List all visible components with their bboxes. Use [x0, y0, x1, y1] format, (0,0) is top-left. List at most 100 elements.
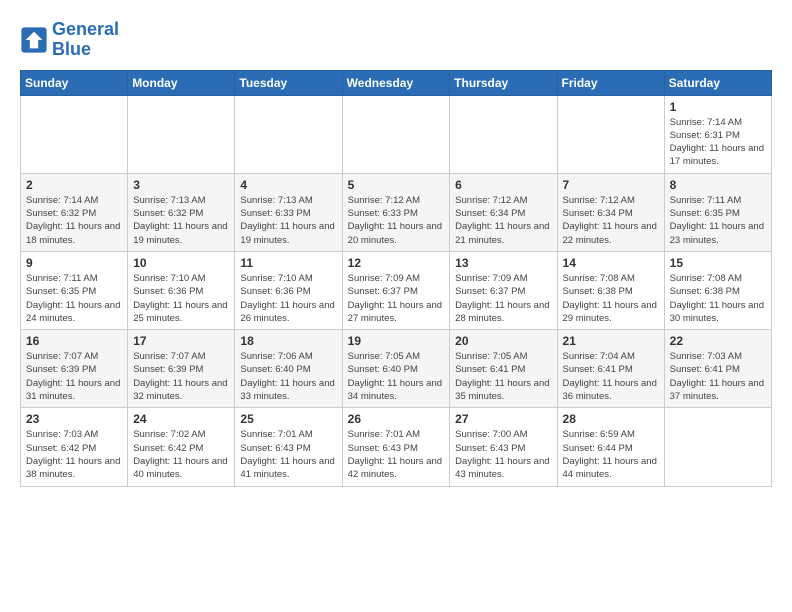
calendar-cell: 23 Sunrise: 7:03 AM Sunset: 6:42 PM Dayli…: [21, 408, 128, 486]
calendar-cell: 17Sunrise: 7:07 AM Sunset: 6:39 PM Dayli…: [128, 330, 235, 408]
day-info: Sunrise: 7:09 AM Sunset: 6:37 PM Dayligh…: [348, 272, 445, 325]
day-info: Sunrise: 7:12 AM Sunset: 6:34 PM Dayligh…: [563, 194, 659, 247]
logo-text: General Blue: [52, 20, 119, 60]
day-info: Sunrise: 7:06 AM Sunset: 6:40 PM Dayligh…: [240, 350, 336, 403]
weekday-header: Monday: [128, 70, 235, 95]
day-info: Sunrise: 7:01 AM Sunset: 6:43 PM Dayligh…: [240, 428, 336, 481]
day-number: 9: [26, 256, 122, 270]
calendar-week-row: 23 Sunrise: 7:03 AM Sunset: 6:42 PM Dayli…: [21, 408, 772, 486]
day-info: Sunrise: 6:59 AM Sunset: 6:44 PM Dayligh…: [563, 428, 659, 481]
day-info: Sunrise: 7:13 AM Sunset: 6:32 PM Dayligh…: [133, 194, 229, 247]
calendar-cell: [664, 408, 771, 486]
calendar-cell: 15 Sunrise: 7:08 AM Sunset: 6:38 PM Dayli…: [664, 251, 771, 329]
day-number: 6: [455, 178, 551, 192]
calendar-cell: 25 Sunrise: 7:01 AM Sunset: 6:43 PM Dayli…: [235, 408, 342, 486]
calendar: SundayMondayTuesdayWednesdayThursdayFrid…: [20, 70, 772, 487]
day-number: 5: [348, 178, 445, 192]
logo: General Blue: [20, 20, 119, 60]
calendar-week-row: 16 Sunrise: 7:07 AM Sunset: 6:39 PM Dayli…: [21, 330, 772, 408]
calendar-cell: 28 Sunrise: 6:59 AM Sunset: 6:44 PM Dayli…: [557, 408, 664, 486]
calendar-cell: 19 Sunrise: 7:05 AM Sunset: 6:40 PM Dayli…: [342, 330, 450, 408]
day-info: Sunrise: 7:03 AM Sunset: 6:42 PM Dayligh…: [26, 428, 122, 481]
day-number: 4: [240, 178, 336, 192]
calendar-cell: 12 Sunrise: 7:09 AM Sunset: 6:37 PM Dayli…: [342, 251, 450, 329]
day-info: Sunrise: 7:07 AM Sunset: 6:39 PM Dayligh…: [133, 350, 229, 403]
calendar-cell: [128, 95, 235, 173]
day-info: Sunrise: 7:05 AM Sunset: 6:40 PM Dayligh…: [348, 350, 445, 403]
calendar-cell: 8 Sunrise: 7:11 AM Sunset: 6:35 PM Daylig…: [664, 173, 771, 251]
calendar-cell: [21, 95, 128, 173]
day-info: Sunrise: 7:14 AM Sunset: 6:32 PM Dayligh…: [26, 194, 122, 247]
day-number: 12: [348, 256, 445, 270]
day-number: 24: [133, 412, 229, 426]
day-info: Sunrise: 7:05 AM Sunset: 6:41 PM Dayligh…: [455, 350, 551, 403]
weekday-header: Friday: [557, 70, 664, 95]
page-header: General Blue: [20, 20, 772, 60]
weekday-header: Tuesday: [235, 70, 342, 95]
calendar-cell: 9 Sunrise: 7:11 AM Sunset: 6:35 PM Daylig…: [21, 251, 128, 329]
day-number: 21: [563, 334, 659, 348]
calendar-cell: 27 Sunrise: 7:00 AM Sunset: 6:43 PM Dayli…: [450, 408, 557, 486]
day-info: Sunrise: 7:12 AM Sunset: 6:33 PM Dayligh…: [348, 194, 445, 247]
calendar-cell: 5 Sunrise: 7:12 AM Sunset: 6:33 PM Daylig…: [342, 173, 450, 251]
calendar-cell: 18 Sunrise: 7:06 AM Sunset: 6:40 PM Dayli…: [235, 330, 342, 408]
day-number: 14: [563, 256, 659, 270]
calendar-week-row: 2 Sunrise: 7:14 AM Sunset: 6:32 PM Daylig…: [21, 173, 772, 251]
day-number: 8: [670, 178, 766, 192]
day-info: Sunrise: 7:11 AM Sunset: 6:35 PM Dayligh…: [670, 194, 766, 247]
calendar-cell: [557, 95, 664, 173]
calendar-cell: 13 Sunrise: 7:09 AM Sunset: 6:37 PM Dayli…: [450, 251, 557, 329]
day-number: 15: [670, 256, 766, 270]
weekday-header-row: SundayMondayTuesdayWednesdayThursdayFrid…: [21, 70, 772, 95]
day-info: Sunrise: 7:02 AM Sunset: 6:42 PM Dayligh…: [133, 428, 229, 481]
day-number: 27: [455, 412, 551, 426]
day-info: Sunrise: 7:10 AM Sunset: 6:36 PM Dayligh…: [133, 272, 229, 325]
calendar-cell: 21 Sunrise: 7:04 AM Sunset: 6:41 PM Dayli…: [557, 330, 664, 408]
weekday-header: Wednesday: [342, 70, 450, 95]
calendar-cell: 1Sunrise: 7:14 AM Sunset: 6:31 PM Daylig…: [664, 95, 771, 173]
day-number: 22: [670, 334, 766, 348]
calendar-cell: [342, 95, 450, 173]
day-info: Sunrise: 7:08 AM Sunset: 6:38 PM Dayligh…: [670, 272, 766, 325]
calendar-cell: 26 Sunrise: 7:01 AM Sunset: 6:43 PM Dayli…: [342, 408, 450, 486]
calendar-cell: 20 Sunrise: 7:05 AM Sunset: 6:41 PM Dayli…: [450, 330, 557, 408]
day-number: 25: [240, 412, 336, 426]
day-number: 26: [348, 412, 445, 426]
day-number: 10: [133, 256, 229, 270]
day-number: 19: [348, 334, 445, 348]
day-info: Sunrise: 7:03 AM Sunset: 6:41 PM Dayligh…: [670, 350, 766, 403]
day-number: 1: [670, 100, 766, 114]
calendar-cell: 6 Sunrise: 7:12 AM Sunset: 6:34 PM Daylig…: [450, 173, 557, 251]
calendar-cell: 7 Sunrise: 7:12 AM Sunset: 6:34 PM Daylig…: [557, 173, 664, 251]
day-info: Sunrise: 7:09 AM Sunset: 6:37 PM Dayligh…: [455, 272, 551, 325]
day-info: Sunrise: 7:13 AM Sunset: 6:33 PM Dayligh…: [240, 194, 336, 247]
day-number: 11: [240, 256, 336, 270]
day-number: 7: [563, 178, 659, 192]
calendar-cell: 10 Sunrise: 7:10 AM Sunset: 6:36 PM Dayli…: [128, 251, 235, 329]
day-number: 13: [455, 256, 551, 270]
calendar-cell: 22 Sunrise: 7:03 AM Sunset: 6:41 PM Dayli…: [664, 330, 771, 408]
day-info: Sunrise: 7:01 AM Sunset: 6:43 PM Dayligh…: [348, 428, 445, 481]
weekday-header: Saturday: [664, 70, 771, 95]
day-number: 18: [240, 334, 336, 348]
weekday-header: Sunday: [21, 70, 128, 95]
calendar-cell: 16 Sunrise: 7:07 AM Sunset: 6:39 PM Dayli…: [21, 330, 128, 408]
day-info: Sunrise: 7:04 AM Sunset: 6:41 PM Dayligh…: [563, 350, 659, 403]
day-info: Sunrise: 7:11 AM Sunset: 6:35 PM Dayligh…: [26, 272, 122, 325]
day-number: 23: [26, 412, 122, 426]
calendar-week-row: 1Sunrise: 7:14 AM Sunset: 6:31 PM Daylig…: [21, 95, 772, 173]
calendar-cell: 24 Sunrise: 7:02 AM Sunset: 6:42 PM Dayli…: [128, 408, 235, 486]
calendar-cell: 2 Sunrise: 7:14 AM Sunset: 6:32 PM Daylig…: [21, 173, 128, 251]
weekday-header: Thursday: [450, 70, 557, 95]
day-info: Sunrise: 7:00 AM Sunset: 6:43 PM Dayligh…: [455, 428, 551, 481]
calendar-cell: 3Sunrise: 7:13 AM Sunset: 6:32 PM Daylig…: [128, 173, 235, 251]
day-number: 28: [563, 412, 659, 426]
day-info: Sunrise: 7:12 AM Sunset: 6:34 PM Dayligh…: [455, 194, 551, 247]
day-info: Sunrise: 7:07 AM Sunset: 6:39 PM Dayligh…: [26, 350, 122, 403]
calendar-week-row: 9 Sunrise: 7:11 AM Sunset: 6:35 PM Daylig…: [21, 251, 772, 329]
day-info: Sunrise: 7:10 AM Sunset: 6:36 PM Dayligh…: [240, 272, 336, 325]
day-number: 16: [26, 334, 122, 348]
day-number: 2: [26, 178, 122, 192]
day-info: Sunrise: 7:08 AM Sunset: 6:38 PM Dayligh…: [563, 272, 659, 325]
day-number: 20: [455, 334, 551, 348]
